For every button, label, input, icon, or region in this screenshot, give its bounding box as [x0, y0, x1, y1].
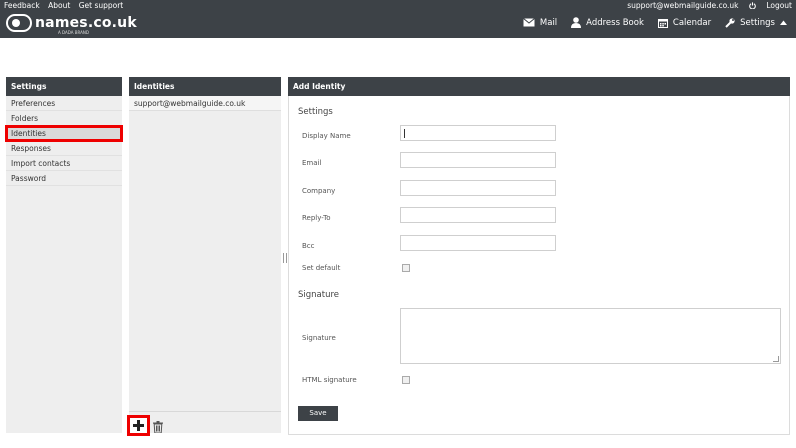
top-links: Feedback About Get support	[4, 1, 129, 10]
html-signature-checkbox[interactable]	[402, 376, 410, 384]
nav-mail[interactable]: Mail	[523, 17, 557, 28]
signature-textarea[interactable]	[400, 308, 781, 364]
nav-mail-label: Mail	[539, 17, 558, 28]
signature-section-title: Signature	[298, 290, 340, 300]
logout-label: Logout	[766, 1, 792, 10]
nav-calendar-label: Calendar	[672, 17, 712, 28]
settings-panel-title: Settings	[6, 77, 122, 96]
settings-section-title: Settings	[298, 107, 333, 117]
nav-settings-label: Settings	[740, 17, 775, 28]
nav-address-book-label: Address Book	[586, 17, 644, 28]
get-support-link[interactable]: Get support	[79, 1, 124, 10]
identities-panel: Identities support@webmailguide.co.uk	[127, 77, 281, 436]
html-signature-label: HTML signature	[302, 376, 357, 384]
menu-item-folders[interactable]: Folders	[6, 111, 122, 126]
logo-text: names.co.uk	[35, 15, 137, 31]
identities-footer	[127, 411, 281, 436]
logout-button[interactable]: Logout	[749, 1, 792, 10]
display-name-input[interactable]	[400, 125, 556, 141]
identity-list-item[interactable]: support@webmailguide.co.uk	[129, 96, 281, 111]
add-identity-panel: Add Identity Settings Display Name Email…	[288, 77, 790, 435]
top-bar: Feedback About Get support support@webma…	[0, 0, 796, 38]
text-caret	[404, 129, 405, 138]
person-icon	[571, 17, 582, 28]
panel-splitter[interactable]	[283, 253, 287, 263]
menu-item-import-contacts[interactable]: Import contacts	[6, 156, 122, 171]
menu-item-password[interactable]: Password	[6, 171, 122, 186]
delete-identity-button[interactable]	[153, 418, 163, 437]
logo-subtext: A DADA BRAND	[58, 30, 89, 35]
signature-label: Signature	[302, 334, 336, 342]
reply-to-label: Reply-To	[302, 214, 331, 222]
set-default-label: Set default	[302, 264, 341, 272]
menu-item-identities[interactable]: Identities	[5, 125, 123, 142]
nav-address-book[interactable]: Address Book	[571, 17, 644, 28]
set-default-checkbox[interactable]	[402, 264, 410, 272]
resize-handle-icon[interactable]	[773, 356, 779, 362]
add-identity-title: Add Identity	[288, 77, 790, 96]
feedback-link[interactable]: Feedback	[4, 1, 40, 10]
wrench-icon	[725, 17, 735, 28]
company-label: Company	[302, 187, 336, 195]
email-label: Email	[302, 159, 322, 167]
about-link[interactable]: About	[48, 1, 70, 10]
main-nav: Mail Address Book Calendar Settings	[509, 17, 792, 28]
logo-mark-icon	[6, 14, 32, 32]
menu-item-preferences[interactable]: Preferences	[6, 96, 122, 111]
settings-panel: Settings Preferences Folders Identities …	[5, 77, 123, 433]
caret-up-icon	[780, 20, 787, 25]
reply-to-input[interactable]	[400, 207, 556, 223]
display-name-label: Display Name	[302, 132, 351, 140]
power-icon	[749, 2, 756, 10]
nav-calendar[interactable]: Calendar	[657, 17, 712, 28]
company-input[interactable]	[400, 180, 556, 196]
add-identity-button[interactable]	[127, 415, 150, 436]
trash-icon	[153, 421, 163, 434]
plus-icon	[133, 420, 144, 431]
nav-settings[interactable]: Settings	[725, 17, 792, 28]
save-button[interactable]: Save	[298, 406, 338, 421]
envelope-icon	[523, 18, 535, 27]
user-email: support@webmailguide.co.uk	[627, 1, 739, 10]
identities-panel-title: Identities	[129, 77, 281, 96]
bcc-input[interactable]	[400, 235, 556, 251]
calendar-icon	[657, 18, 668, 28]
bcc-label: Bcc	[302, 242, 315, 250]
user-area: support@webmailguide.co.uk Logout	[619, 1, 792, 10]
email-input[interactable]	[400, 152, 556, 168]
menu-item-responses[interactable]: Responses	[6, 141, 122, 156]
